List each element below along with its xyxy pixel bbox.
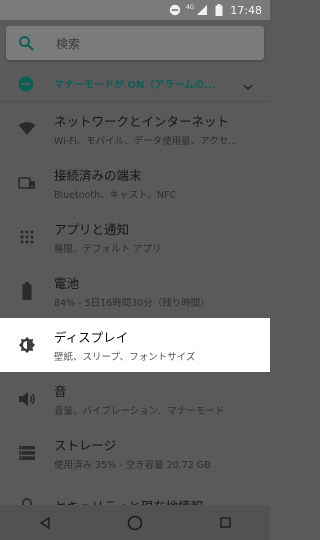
devices-icon (18, 174, 36, 192)
network-type-label: 4G (185, 4, 195, 11)
do-not-disturb-icon (18, 76, 34, 92)
apps-icon (18, 228, 36, 246)
brightness-icon (18, 336, 36, 354)
search-placeholder: 検索 (56, 36, 81, 51)
home-button[interactable] (123, 511, 147, 535)
status-bar: 4G 17:48 (0, 0, 270, 20)
settings-item-sound[interactable]: 音 音量、バイブレーション、マナーモード (0, 372, 270, 426)
navigation-bar (0, 505, 270, 540)
storage-icon (18, 444, 36, 462)
settings-item-display[interactable]: ディスプレイ 壁紙、スリープ、フォントサイズ (0, 318, 270, 372)
search-bar-container: 検索 (0, 20, 270, 66)
wifi-icon (18, 120, 36, 138)
settings-item-network[interactable]: ネットワークとインターネット Wi-Fi、モバイル、データ使用量、アクセ... (0, 102, 270, 156)
volume-icon (18, 390, 36, 408)
settings-item-apps[interactable]: アプリと通知 権限、デフォルト アプリ (0, 210, 270, 264)
settings-item-connected-devices[interactable]: 接続済みの端末 Bluetooth、キャスト、NFC (0, 156, 270, 210)
settings-item-title: ネットワークとインターネット (54, 114, 230, 129)
settings-item-title: ディスプレイ (54, 330, 129, 345)
status-time: 17:48 (230, 3, 262, 17)
settings-item-title: 電池 (54, 276, 80, 291)
settings-item-subtitle: Wi-Fi、モバイル、データ使用量、アクセ... (54, 136, 238, 147)
chevron-down-icon[interactable] (242, 78, 254, 91)
settings-item-subtitle: 壁紙、スリープ、フォントサイズ (54, 352, 196, 363)
settings-item-title: アプリと通知 (54, 222, 130, 237)
settings-item-battery[interactable]: 電池 84% - 5日16時間30分（残り時間） (0, 264, 270, 318)
dnd-condition-banner[interactable]: マナーモードが ON（アラームの... (0, 66, 270, 102)
settings-item-subtitle: Bluetooth、キャスト、NFC (54, 190, 177, 201)
do-not-disturb-icon (169, 4, 181, 16)
settings-item-title: 音 (54, 384, 67, 399)
battery-status-icon (213, 4, 225, 16)
settings-item-subtitle: 84% - 5日16時間30分（残り時間） (54, 298, 210, 309)
settings-item-subtitle: 権限、デフォルト アプリ (54, 244, 162, 255)
settings-item-subtitle: 音量、バイブレーション、マナーモード (54, 406, 225, 417)
condition-text: マナーモードが ON（アラームの... (54, 80, 216, 91)
back-button[interactable] (33, 511, 57, 535)
settings-item-storage[interactable]: ストレージ 使用済み 35% - 空き容量 20.72 GB (0, 426, 270, 480)
signal-icon (196, 4, 208, 16)
search-bar[interactable]: 検索 (6, 26, 264, 60)
settings-item-title: ストレージ (54, 438, 117, 453)
recents-button[interactable] (213, 511, 237, 535)
battery-icon (18, 282, 36, 300)
settings-list: ネットワークとインターネット Wi-Fi、モバイル、データ使用量、アクセ... … (0, 102, 270, 534)
settings-item-title: 接続済みの端末 (54, 168, 142, 183)
settings-item-subtitle: 使用済み 35% - 空き容量 20.72 GB (54, 460, 211, 471)
search-icon (18, 35, 34, 51)
